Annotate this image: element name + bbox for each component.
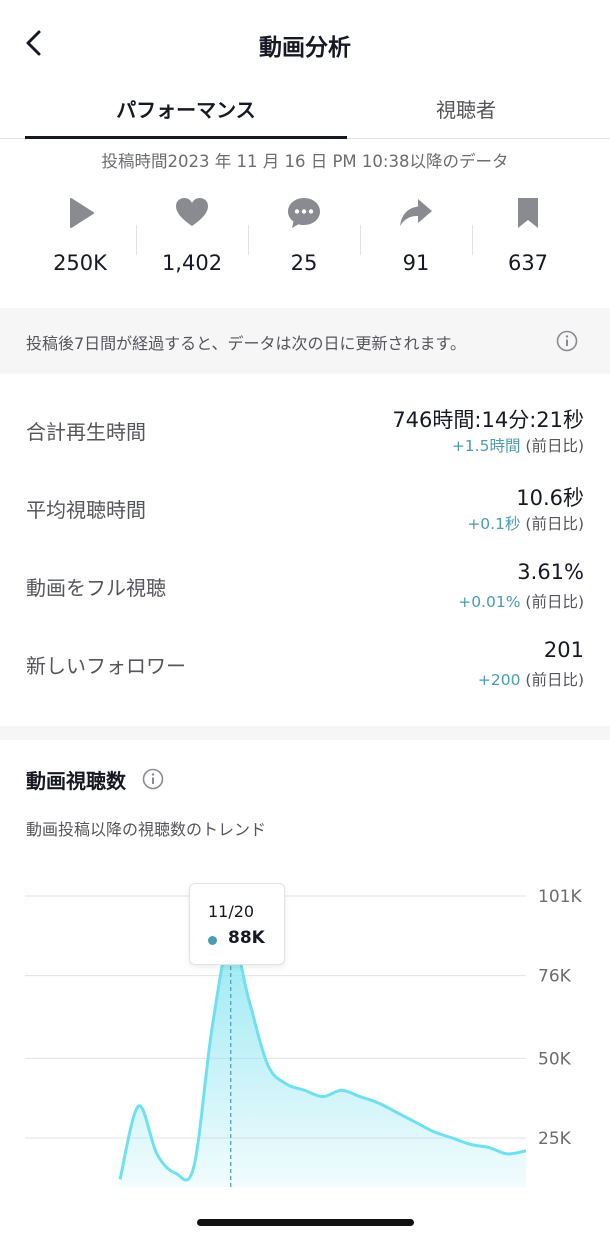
tab-performance[interactable]: パフォーマンス <box>25 94 347 123</box>
stat-value: 1,402 <box>161 251 223 275</box>
metric-delta: +1.5時間 <box>451 437 521 455</box>
metric-delta-row: +1.5時間 (前日比) <box>452 434 584 456</box>
stat-value: 91 <box>402 251 430 275</box>
metric-new-followers: 新しいフォロワー 201 +200 (前日比) <box>0 624 610 694</box>
tooltip-date: 11/20 <box>208 902 255 921</box>
chart-tooltip: 11/20 88K <box>189 883 285 965</box>
series-area <box>120 937 526 1187</box>
metric-delta-row: +0.01% (前日比) <box>458 590 584 612</box>
home-indicator[interactable] <box>197 1219 414 1226</box>
page-title: 動画分析 <box>259 35 351 61</box>
metric-label: 新しいフォロワー <box>26 654 186 678</box>
y-tick-label: 25K <box>538 1129 572 1149</box>
metric-delta-row: +0.1秒 (前日比) <box>467 512 584 534</box>
metric-compare: (前日比) <box>525 593 584 611</box>
metric-label: 合計再生時間 <box>26 420 146 444</box>
stat-value: 25 <box>290 251 318 275</box>
notice-text: 投稿後7日間が経過すると、データは次の日に更新されます。 <box>26 334 466 353</box>
chart-canvas: 101K 76K 50K 25K <box>0 860 610 1196</box>
share-icon <box>400 199 432 226</box>
y-tick-label: 50K <box>538 1049 572 1069</box>
stat-comments: 25 <box>248 195 360 275</box>
stat-value: 637 <box>507 251 549 275</box>
tooltip-value: 88K <box>228 928 265 948</box>
stat-value: 250K <box>53 251 107 275</box>
metric-value: 10.6秒 <box>516 486 584 510</box>
y-tick-label: 101K <box>538 887 582 907</box>
views-section-subtitle: 動画投稿以降の視聴数のトレンド <box>26 820 267 839</box>
views-section-title: 動画視聴数 <box>26 769 126 793</box>
active-tab-indicator <box>25 136 347 139</box>
info-icon[interactable] <box>142 768 164 790</box>
metric-value: 201 <box>543 638 584 662</box>
update-notice: 投稿後7日間が経過すると、データは次の日に更新されます。 <box>0 308 610 374</box>
metric-total-watch-time: 合計再生時間 746時間:14分:21秒 +1.5時間 (前日比) <box>0 390 610 460</box>
metric-delta: +0.01% <box>458 593 521 611</box>
stat-saves: 637 <box>472 195 584 275</box>
stat-shares: 91 <box>360 195 472 275</box>
data-range-note: 投稿時間2023 年 11 月 16 日 PM 10:38以降のデータ <box>101 152 509 171</box>
metric-delta-row: +200 (前日比) <box>478 668 584 690</box>
stat-views: 250K <box>24 195 136 275</box>
section-divider <box>0 726 610 740</box>
metric-compare: (前日比) <box>525 437 584 455</box>
tab-audience[interactable]: 視聴者 <box>305 94 610 123</box>
metric-value: 746時間:14分:21秒 <box>392 408 584 432</box>
series-dot <box>208 936 217 945</box>
metric-label: 動画をフル視聴 <box>26 576 166 600</box>
info-icon[interactable] <box>556 330 578 352</box>
stat-likes: 1,402 <box>136 195 248 275</box>
metric-compare: (前日比) <box>525 671 584 689</box>
metric-full-watch-rate: 動画をフル視聴 3.61% +0.01% (前日比) <box>0 546 610 616</box>
y-tick-label: 76K <box>538 967 572 987</box>
metric-delta: +0.1秒 <box>467 515 521 533</box>
tab-bar: パフォーマンス 視聴者 <box>0 86 610 139</box>
bookmark-icon <box>518 198 538 228</box>
metric-average-watch-time: 平均視聴時間 10.6秒 +0.1秒 (前日比) <box>0 468 610 538</box>
engagement-stats: 250K 1,402 25 91 637 <box>24 195 586 287</box>
metric-label: 平均視聴時間 <box>26 498 146 522</box>
comment-icon <box>288 198 320 228</box>
play-icon <box>70 198 94 228</box>
metric-compare: (前日比) <box>525 515 584 533</box>
header: 動画分析 <box>0 0 610 86</box>
views-trend-chart[interactable]: 101K 76K 50K 25K <box>0 860 610 1196</box>
metric-value: 3.61% <box>517 560 584 584</box>
heart-icon <box>176 198 208 226</box>
metric-delta: +200 <box>477 671 521 689</box>
